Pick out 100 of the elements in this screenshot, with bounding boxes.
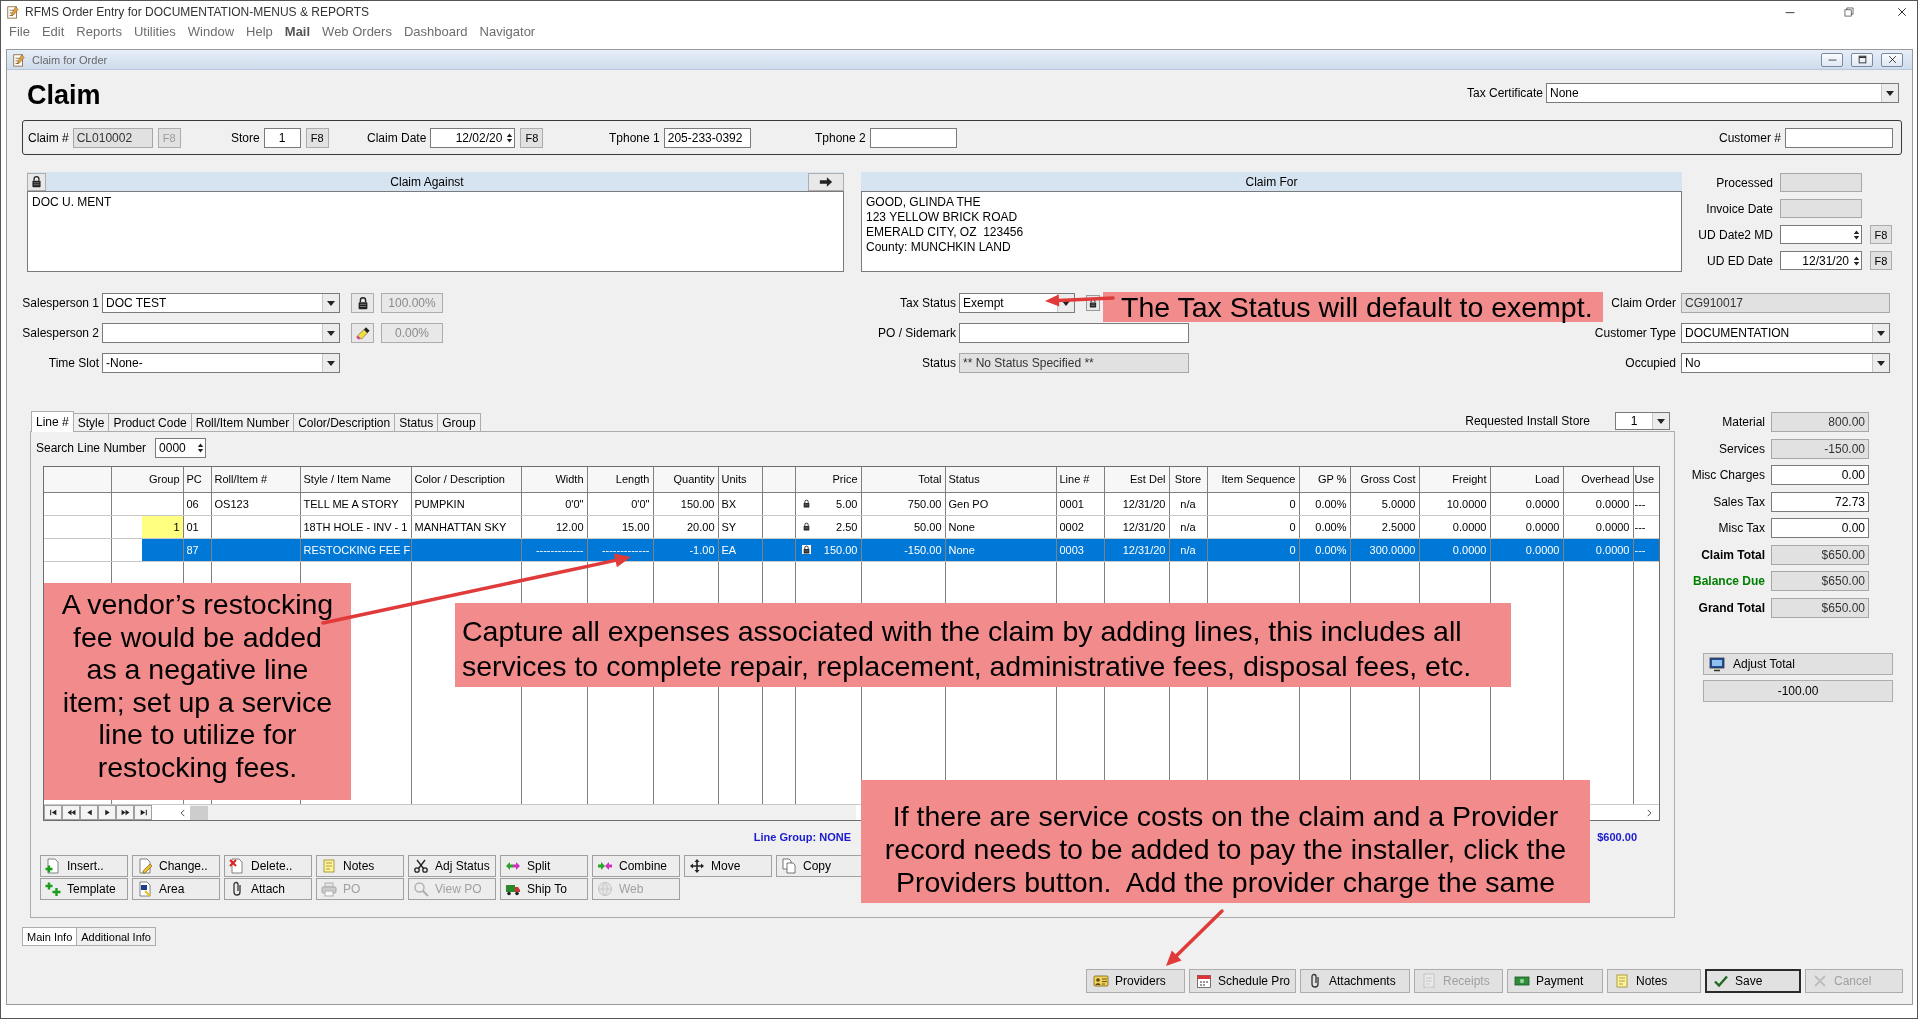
tab[interactable]: Group (437, 413, 481, 431)
column-header[interactable]: Line # (1056, 467, 1104, 492)
column-header[interactable]: Color / Description (411, 467, 521, 492)
column-header[interactable]: PC (183, 467, 211, 492)
column-header[interactable]: Item Sequence (1207, 467, 1299, 492)
text-field[interactable]: 72.73 (1771, 491, 1869, 512)
notes-button[interactable]: Notes (316, 855, 404, 877)
table-row[interactable]: 87 RESTOCKING FEE F ------------- ------------- -1.00 EA 150.00 -150.00 None 0003 12/31/20 n/a 0 0.00% 300.0000 0.0000 0.0000 0.0000 --- (44, 538, 1659, 561)
f8-button[interactable]: F8 (1870, 251, 1892, 270)
dropdown[interactable]: None (1546, 83, 1899, 103)
spin-field[interactable]: 12/02/20 (430, 127, 516, 148)
column-header[interactable]: Units (718, 467, 762, 492)
notes-button[interactable]: Notes (1607, 969, 1701, 993)
menu-item[interactable]: Window (181, 23, 241, 41)
text-field[interactable]: 800.00 (1771, 412, 1869, 432)
attach-button[interactable]: Attach (224, 878, 312, 900)
split-button[interactable]: Split (500, 855, 588, 877)
close-button[interactable] (1881, 52, 1903, 67)
column-header[interactable]: Width (521, 467, 587, 492)
insert-button[interactable]: Insert.. (40, 855, 128, 877)
column-header[interactable]: Freight (1419, 467, 1490, 492)
scrollbar-track[interactable] (190, 805, 856, 820)
table-row[interactable]: 1 01 18TH HOLE - INV - 1 MANHATTAN SKY 12.00 15.00 20.00 SY 2.50 50.00 None 0002 12/31/20 n/a 0 0.00% 2.5000 0.0000 0.0000 0.0000 --- (44, 515, 1659, 538)
text-field[interactable] (1785, 127, 1893, 148)
text-field[interactable]: 0.00 (1771, 465, 1869, 485)
menu-item[interactable]: Utilities (127, 23, 182, 41)
eraser-button[interactable] (351, 323, 374, 343)
menu-item[interactable]: Help (240, 23, 279, 41)
providers-button[interactable]: Providers (1086, 969, 1185, 993)
combine-button[interactable]: Combine (592, 855, 680, 877)
dropdown[interactable]: DOCUMENTATION (1681, 323, 1890, 343)
spin-field[interactable]: 12/31/20 (1780, 251, 1862, 270)
previous-button[interactable] (80, 805, 98, 820)
dropdown[interactable]: -None- (102, 353, 340, 373)
lock-button[interactable] (27, 172, 46, 191)
text-field[interactable]: $650.00 (1771, 597, 1869, 618)
scroll-thumb[interactable] (190, 805, 208, 820)
text-field[interactable]: CG910017 (1681, 293, 1890, 313)
minimize-button[interactable] (1821, 52, 1843, 67)
text-field[interactable]: 1 (263, 127, 301, 148)
arrow-button[interactable] (808, 172, 844, 191)
column-header[interactable]: Status (945, 467, 1056, 492)
text-field[interactable]: -150.00 (1771, 438, 1869, 459)
last-button[interactable] (134, 805, 152, 820)
adjust-total-button[interactable]: Adjust Total (1703, 653, 1893, 675)
previous-page-button[interactable] (62, 805, 80, 820)
column-header[interactable]: Length (587, 467, 653, 492)
f8-button[interactable]: F8 (520, 127, 544, 148)
menu-item[interactable]: Web Orders (316, 23, 398, 41)
tab[interactable]: Additional Info (76, 927, 156, 946)
first-button[interactable] (44, 805, 62, 820)
text-field[interactable]: CL010002 (72, 127, 153, 148)
column-header[interactable]: Price (795, 467, 861, 492)
text-field[interactable] (959, 323, 1189, 343)
ship-to-button[interactable]: Ship To (500, 878, 588, 900)
text-field[interactable]: 205-233-0392 (663, 127, 751, 148)
menu-item[interactable]: Navigator (473, 23, 542, 41)
column-header[interactable]: Style / Item Name (300, 467, 411, 492)
payment-button[interactable]: Payment (1507, 969, 1603, 993)
dropdown[interactable]: 1 (1615, 412, 1670, 430)
attachments-button[interactable]: Attachments (1300, 969, 1410, 993)
address-text-area[interactable]: DOC U. MENT (27, 191, 844, 272)
copy-button[interactable]: Copy (776, 855, 864, 877)
dropdown[interactable]: Exempt (959, 293, 1075, 313)
column-header[interactable]: Roll/Item # (211, 467, 300, 492)
tab[interactable]: Main Info (22, 927, 78, 946)
column-header[interactable]: Store (1169, 467, 1207, 492)
column-header[interactable]: GP % (1299, 467, 1350, 492)
column-header[interactable]: Gross Cost (1350, 467, 1419, 492)
move-button[interactable]: Move (684, 855, 772, 877)
text-field[interactable]: $650.00 (1771, 571, 1869, 591)
column-header[interactable]: Load (1490, 467, 1563, 492)
save-button[interactable]: Save (1705, 969, 1801, 993)
next-page-button[interactable] (116, 805, 134, 820)
text-field[interactable] (869, 127, 957, 148)
column-header[interactable]: Total (861, 467, 945, 492)
menu-item[interactable]: Edit (35, 23, 71, 41)
menu-item[interactable]: Dashboard (397, 23, 474, 41)
text-field[interactable] (1780, 173, 1862, 192)
f8-button[interactable]: F8 (305, 127, 329, 148)
menu-item[interactable]: File (3, 23, 36, 41)
menu-item[interactable]: Reports (70, 23, 128, 41)
menu-item[interactable]: Mail (278, 23, 317, 41)
dropdown[interactable]: No (1681, 353, 1890, 373)
tab[interactable]: Line # (31, 411, 74, 432)
f8-button[interactable]: F8 (1870, 225, 1892, 244)
text-field[interactable]: $650.00 (1771, 544, 1869, 565)
template-button[interactable]: Template (40, 878, 128, 900)
adjust-status-button[interactable]: Adj Status (408, 855, 496, 877)
maximize-button[interactable] (1851, 52, 1873, 67)
column-header[interactable]: Use (1633, 467, 1659, 492)
dropdown[interactable] (102, 323, 340, 343)
tab[interactable]: Color/Description (293, 413, 396, 431)
area-button[interactable]: Area (132, 878, 220, 900)
schedule-button[interactable]: Schedule Pro (1189, 969, 1296, 993)
text-field[interactable]: ** No Status Specified ** (959, 353, 1189, 373)
table-row[interactable]: 06 OS123 TELL ME A STORY PUMPKIN 0'0" 0'0" 150.00 BX 5.00 750.00 Gen PO 0001 12/31/20 n/a 0 0.00% 5.0000 10.0000 0.0000 0.0000 --- (44, 492, 1659, 515)
text-field[interactable]: 0.00 (1771, 518, 1869, 538)
change-button[interactable]: Change.. (132, 855, 220, 877)
address-text-area[interactable]: GOOD, GLINDA THE 123 YELLOW BRICK ROAD EMERALD CITY, OZ 123456 County: MUNCHKIN LAND (861, 191, 1682, 272)
